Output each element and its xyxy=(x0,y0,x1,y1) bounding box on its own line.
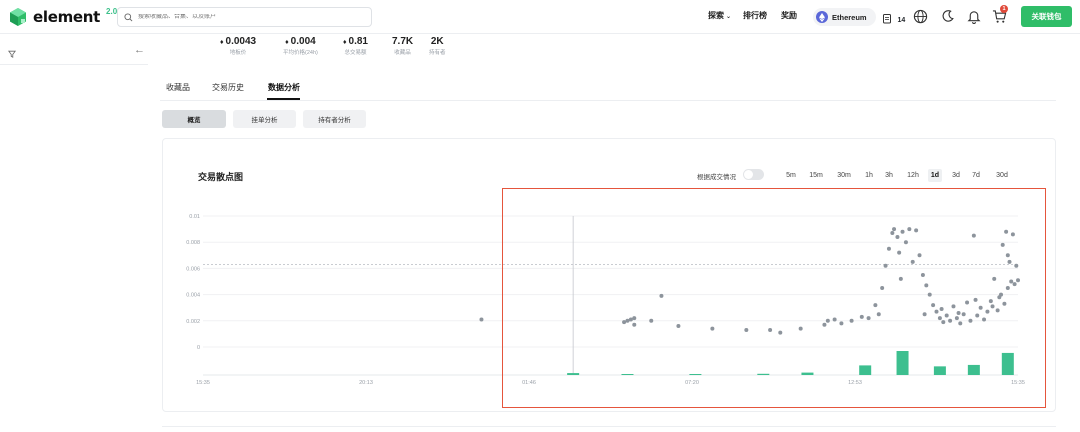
trade-point xyxy=(941,320,946,325)
y-tick-label: 0.006 xyxy=(186,266,200,272)
trade-point xyxy=(822,322,827,327)
trade-point xyxy=(917,253,922,258)
trade-point xyxy=(873,303,878,308)
trade-point xyxy=(768,327,773,332)
y-tick-label: 0.01 xyxy=(189,214,200,220)
trade-point xyxy=(910,259,915,264)
trade-point xyxy=(1002,301,1007,306)
trade-point xyxy=(839,321,844,326)
y-tick-label: 0.004 xyxy=(186,293,200,299)
trade-point xyxy=(907,227,912,232)
trade-point xyxy=(886,246,891,251)
trade-point xyxy=(649,318,654,323)
y-tick-label: 0.008 xyxy=(186,240,200,246)
trade-point xyxy=(934,309,939,314)
trade-point xyxy=(914,228,919,233)
trade-point xyxy=(890,231,895,236)
trade-point xyxy=(931,303,936,308)
trade-point xyxy=(866,316,871,321)
volume-bar xyxy=(621,374,634,375)
trade-point xyxy=(1000,242,1005,247)
trade-point xyxy=(1014,263,1019,268)
trade-point xyxy=(1005,286,1010,291)
trade-point xyxy=(956,310,961,315)
trade-point xyxy=(948,318,953,323)
trade-point xyxy=(958,321,963,326)
trade-point xyxy=(859,314,864,319)
trade-point xyxy=(951,304,956,309)
trade-point xyxy=(898,276,903,281)
trade-point xyxy=(710,326,715,331)
trade-point xyxy=(971,233,976,238)
trade-point xyxy=(883,263,888,268)
volume-bar xyxy=(567,373,580,375)
trade-point xyxy=(900,229,905,234)
trade-point xyxy=(992,276,997,281)
trade-point xyxy=(744,327,749,332)
trade-point xyxy=(920,272,925,277)
trade-point xyxy=(798,326,803,331)
trade-point xyxy=(632,316,637,321)
volume-bar xyxy=(689,374,702,375)
x-tick-label: 15:35 xyxy=(1011,380,1025,386)
trade-point xyxy=(922,312,927,317)
trade-point xyxy=(982,317,987,322)
scatter-chart[interactable]: 0.01 0.008 0.006 0.004 0.002 0 15:35 20:13 01:46… xyxy=(0,0,1080,432)
trade-point xyxy=(965,300,970,305)
x-tick-label: 01:46 xyxy=(522,380,536,386)
trade-point xyxy=(825,318,830,323)
trade-point xyxy=(832,317,837,322)
volume-bar xyxy=(1001,352,1014,375)
trade-point xyxy=(990,304,995,309)
volume-bar xyxy=(859,365,872,375)
trade-point xyxy=(1010,232,1015,237)
x-tick-label: 12:53 xyxy=(848,380,862,386)
trade-point xyxy=(876,312,881,317)
trade-point xyxy=(924,283,929,288)
y-tick-label: 0.002 xyxy=(186,319,200,325)
trade-point xyxy=(997,295,1002,300)
trade-point xyxy=(849,318,854,323)
trade-point xyxy=(927,292,932,297)
trade-point xyxy=(978,305,983,310)
trade-point xyxy=(985,309,990,314)
trade-point xyxy=(1007,259,1012,264)
trade-point xyxy=(973,297,978,302)
trade-point xyxy=(995,308,1000,313)
trade-point xyxy=(1005,253,1010,258)
trade-point xyxy=(903,240,908,245)
trade-point xyxy=(676,324,681,329)
trade-point xyxy=(778,330,783,335)
trade-point xyxy=(975,313,980,318)
trade-point xyxy=(968,318,973,323)
trade-point xyxy=(479,317,484,322)
trade-point xyxy=(1016,278,1020,283)
y-tick-label: 0 xyxy=(197,345,200,351)
trade-point xyxy=(897,250,902,255)
trade-point xyxy=(659,293,664,298)
trade-point xyxy=(1009,279,1014,284)
trade-point xyxy=(937,316,942,321)
volume-bar xyxy=(801,372,814,375)
trade-point xyxy=(1012,282,1017,287)
trade-point xyxy=(988,299,993,304)
trade-point xyxy=(939,307,944,312)
trade-point xyxy=(954,316,959,321)
trade-point xyxy=(892,227,897,232)
trade-point xyxy=(632,322,637,327)
trade-point xyxy=(944,313,949,318)
trade-point xyxy=(895,234,900,239)
trade-point xyxy=(961,312,966,317)
x-tick-label: 15:35 xyxy=(196,380,210,386)
volume-bar xyxy=(757,373,770,375)
volume-bar xyxy=(896,351,909,375)
trade-point xyxy=(1004,229,1009,234)
x-tick-label: 20:13 xyxy=(359,380,373,386)
volume-bar xyxy=(933,366,946,375)
volume-bar xyxy=(967,364,980,375)
trade-point xyxy=(880,286,885,291)
x-tick-label: 07:20 xyxy=(685,380,699,386)
